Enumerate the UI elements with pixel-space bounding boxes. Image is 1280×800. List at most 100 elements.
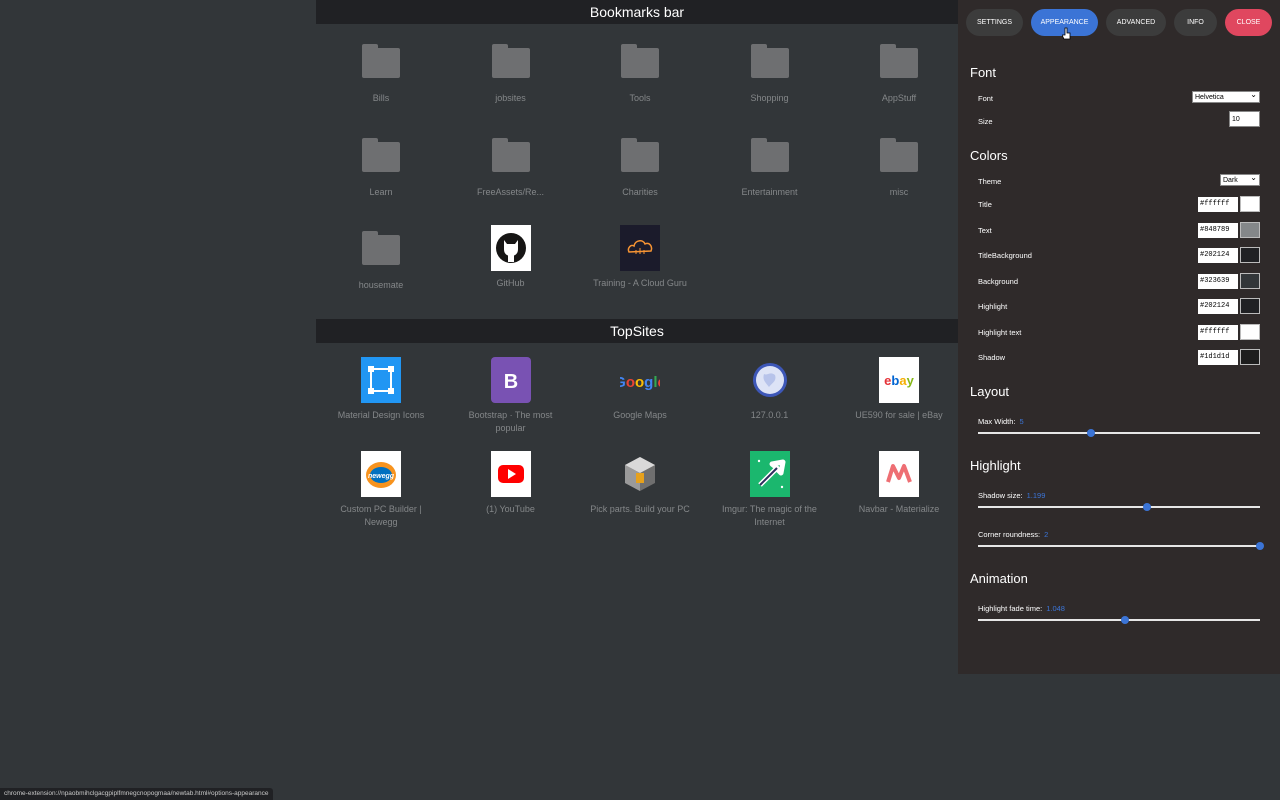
color-label: Background — [978, 276, 1019, 286]
tab-settings[interactable]: SETTINGS — [966, 9, 1023, 36]
tab-info[interactable]: INFO — [1174, 9, 1217, 36]
bookmark-item-label: AppStuff — [881, 93, 917, 103]
color-row: Highlight #202124 — [978, 298, 1260, 315]
topsite-item[interactable]: Google Google Maps — [590, 357, 690, 435]
topsite-item[interactable]: Material Design Icons — [331, 357, 431, 435]
status-bar-url: chrome-extension://npaobmihclgacgpiplfmn… — [0, 788, 273, 800]
bookmark-item[interactable]: Training - A Cloud Guru — [590, 225, 690, 303]
folder-icon — [750, 44, 789, 78]
topsite-item[interactable]: newegg Custom PC Builder | Newegg — [331, 450, 431, 529]
max-width-slider-thumb[interactable] — [1086, 429, 1095, 437]
close-button[interactable]: CLOSE — [1225, 9, 1272, 36]
color-label: Highlight text — [978, 327, 1022, 337]
bookmark-item[interactable]: Bills — [331, 38, 431, 118]
bookmark-item-label: Tools — [629, 93, 651, 103]
topsite-item-label: Navbar - Materialize — [858, 503, 940, 514]
max-width-slider[interactable] — [978, 429, 1260, 437]
folder-icon — [621, 44, 659, 78]
topsite-item[interactable]: Navbar - Materialize — [849, 450, 949, 529]
font-row: Font Helvetica — [978, 89, 1260, 107]
color-label: Highlight — [978, 302, 1008, 311]
size-input[interactable]: 10 — [1229, 111, 1260, 127]
fade-time-slider[interactable] — [978, 616, 1260, 624]
youtube-icon — [490, 450, 531, 497]
topsite-item[interactable]: Pick parts. Build your PC — [590, 451, 690, 529]
folder-icon — [621, 137, 659, 172]
shadow-size-value: 1.199 — [1026, 491, 1046, 500]
pcpartpicker-icon — [620, 451, 660, 497]
shadow-size-slider[interactable] — [978, 503, 1260, 511]
github-icon — [490, 225, 531, 271]
bookmark-item[interactable]: misc — [849, 132, 949, 212]
layout-heading: Layout — [970, 384, 1010, 399]
color-swatch[interactable] — [1240, 272, 1260, 289]
topsite-item[interactable]: 127.0.0.1 — [720, 357, 820, 435]
folder-icon — [880, 137, 918, 172]
topsite-item-label: Imgur: The magic of the Internet — [722, 503, 817, 527]
topsite-item[interactable]: (1) YouTube — [461, 450, 561, 529]
color-label: Text — [978, 225, 992, 235]
imgur-icon — [749, 450, 790, 497]
folder-icon — [880, 44, 918, 78]
topsite-item[interactable]: Imgur: The magic of the Internet — [720, 450, 820, 529]
color-swatch[interactable] — [1240, 247, 1260, 263]
color-hex-input[interactable]: #323639 — [1198, 273, 1238, 289]
topsite-item-label: Bootstrap · The most popular — [468, 410, 553, 433]
bookmark-item[interactable]: Learn — [331, 132, 431, 212]
color-label: Shadow — [978, 353, 1006, 362]
color-hex-input[interactable]: #1d1d1d — [1198, 350, 1238, 365]
color-row: Title #ffffff — [978, 196, 1260, 213]
font-heading: Font — [970, 65, 997, 80]
folder-icon — [491, 44, 530, 78]
color-swatch[interactable] — [1240, 323, 1260, 340]
color-hex-input[interactable]: #ffffff — [1198, 324, 1238, 340]
highlight-heading: Highlight — [970, 458, 1021, 473]
color-hex-input[interactable]: #202124 — [1198, 248, 1238, 263]
bookmark-item[interactable]: Tools — [590, 38, 690, 118]
topsite-item[interactable]: B Bootstrap · The most popular — [461, 357, 561, 435]
color-row: TitleBackground #202124 — [978, 247, 1260, 264]
topsites-grid: Material Design Icons B Bootstrap · The mo… — [316, 343, 958, 533]
color-swatch[interactable] — [1240, 349, 1260, 365]
bookmark-item[interactable]: AppStuff — [849, 38, 949, 118]
corner-roundness-label: Corner roundness: — [978, 530, 1041, 539]
bookmark-item[interactable]: Charities — [590, 132, 690, 212]
bookmark-item[interactable]: Entertainment — [720, 132, 820, 212]
folder-icon — [750, 137, 789, 172]
max-width-label: Max Width: — [978, 417, 1016, 426]
bookmark-item[interactable]: GitHub — [461, 225, 561, 303]
bookmark-item-label: GitHub — [496, 278, 525, 288]
corner-roundness-slider-thumb[interactable] — [1256, 542, 1264, 550]
color-swatch[interactable] — [1240, 221, 1260, 238]
bookmark-item-label: Charities — [622, 186, 658, 197]
font-select[interactable]: Helvetica — [1192, 89, 1260, 103]
tab-advanced[interactable]: ADVANCED — [1106, 9, 1166, 36]
color-row: Shadow #1d1d1d — [978, 349, 1260, 366]
color-hex-input[interactable]: #ffffff — [1198, 197, 1238, 212]
bookmark-item[interactable]: FreeAssets/Re... — [461, 132, 561, 212]
bootstrap-icon: B — [490, 357, 531, 403]
svg-text:B: B — [503, 371, 517, 393]
bookmark-item[interactable]: jobsites — [461, 38, 561, 118]
topsite-item-label: (1) YouTube — [486, 503, 535, 514]
fade-time-slider-thumb[interactable] — [1120, 616, 1129, 624]
color-row: Text #848789 — [978, 221, 1260, 239]
bookmark-item[interactable]: housemate — [331, 225, 431, 305]
color-swatch[interactable] — [1240, 196, 1260, 212]
fade-time-value: 1.048 — [1046, 604, 1065, 613]
bookmark-item-label: Learn — [369, 186, 393, 197]
corner-roundness-slider[interactable] — [978, 542, 1264, 550]
colors-heading: Colors — [970, 148, 1008, 163]
color-swatch[interactable] — [1240, 298, 1260, 314]
folder-icon — [362, 231, 400, 265]
topsite-item[interactable]: ebay UE590 for sale | eBay — [849, 357, 949, 435]
corner-roundness-value: 2 — [1044, 530, 1049, 539]
theme-select[interactable]: Dark — [1220, 172, 1260, 186]
shadow-size-slider-thumb[interactable] — [1143, 503, 1152, 511]
color-hex-input[interactable]: #202124 — [1198, 299, 1238, 314]
material-design-icon — [361, 357, 401, 403]
bookmark-item[interactable]: Shopping — [720, 38, 820, 118]
color-label: TitleBackground — [978, 251, 1032, 260]
color-hex-input[interactable]: #848789 — [1198, 222, 1238, 238]
svg-text:ebay: ebay — [884, 373, 914, 388]
